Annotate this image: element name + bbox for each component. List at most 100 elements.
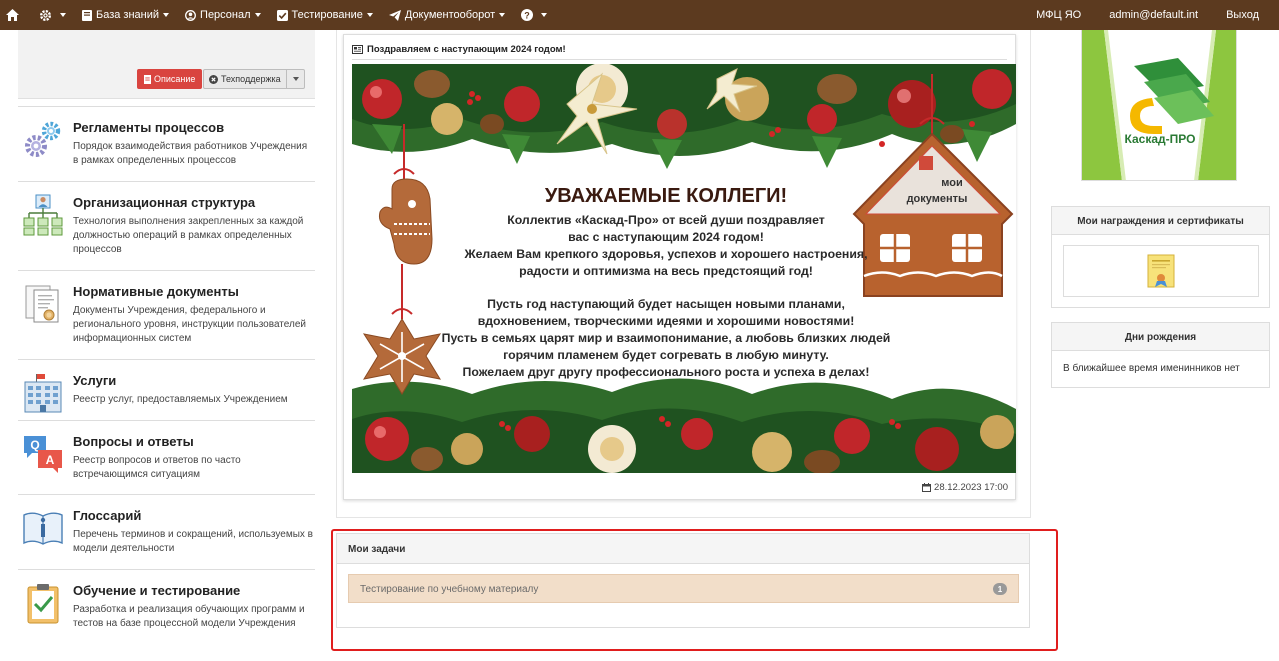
- awards-title: Мои награждения и сертификаты: [1052, 207, 1269, 235]
- section-title: Глоссарий: [73, 508, 142, 523]
- documents-icon: [25, 285, 59, 323]
- kaskad-pro-logo: Каскад-ПРО: [1082, 30, 1236, 180]
- file-icon: [144, 74, 151, 84]
- divider: [352, 59, 1007, 60]
- house-brand-line1: мои: [941, 177, 962, 189]
- birthdays-title: Дни рождения: [1052, 323, 1269, 351]
- home-icon: [6, 9, 19, 21]
- clipboard-check-icon: [27, 584, 59, 624]
- help-menu[interactable]: ?: [513, 0, 555, 30]
- section-title: Нормативные документы: [73, 284, 239, 299]
- section-description: Перечень терминов и сокращений, использу…: [73, 529, 313, 554]
- main-column: Поздравляем с наступающим 2024 годом! мо…: [336, 30, 1031, 518]
- my-tasks-panel: Мои задачи Тестирование по учебному мате…: [336, 533, 1030, 628]
- section-services[interactable]: Услуги Реестр услуг, предоставляемых Учр…: [18, 359, 315, 420]
- user-circle-icon: [185, 9, 196, 21]
- left-column: Описание Техподдержка Регламенты процесс…: [18, 30, 315, 629]
- banner-heading: УВАЖАЕМЫЕ КОЛЛЕГИ!: [545, 185, 787, 207]
- org-name-link[interactable]: МФЦ ЯО: [1022, 0, 1095, 30]
- description-button[interactable]: Описание: [137, 69, 203, 89]
- task-item[interactable]: Тестирование по учебному материалу 1: [348, 574, 1019, 603]
- section-org-structure[interactable]: Организационная структура Технология вып…: [18, 181, 315, 270]
- support-button[interactable]: Техподдержка: [203, 69, 305, 89]
- news-card: Поздравляем с наступающим 2024 годом! мо…: [343, 34, 1016, 500]
- task-count-badge: 1: [993, 583, 1007, 595]
- section-training[interactable]: Обучение и тестирование Разработка и реа…: [18, 569, 315, 661]
- menu-knowledge-base[interactable]: База знаний: [74, 0, 177, 30]
- chevron-down-icon: [60, 13, 66, 17]
- chevron-down-icon: [292, 77, 299, 81]
- logout-link[interactable]: Выход: [1212, 0, 1279, 30]
- banner-text-line: Пусть год наступающий будет насыщен новы…: [487, 297, 845, 311]
- news-title-row: Поздравляем с наступающим 2024 годом!: [352, 44, 566, 55]
- news-date-row: 28.12.2023 17:00: [922, 482, 1008, 493]
- menu-docflow[interactable]: Документооборот: [381, 0, 513, 30]
- certificate-icon: [1147, 254, 1175, 288]
- banner-text-line: Пусть в семьях царят мир и взаимопониман…: [442, 331, 891, 345]
- section-title: Регламенты процессов: [73, 120, 225, 135]
- section-title: Вопросы и ответы: [73, 434, 194, 449]
- section-title: Услуги: [73, 373, 117, 388]
- section-title: Обучение и тестирование: [73, 583, 241, 598]
- support-button-label: Техподдержка: [221, 74, 281, 84]
- banner-text-line: вдохновением, творческими идеями и хорош…: [478, 314, 855, 328]
- qa-bubbles-icon: Q A: [24, 436, 62, 473]
- chevron-down-icon: [254, 13, 261, 17]
- section-normative-docs[interactable]: Нормативные документы Документы Учрежден…: [18, 270, 315, 359]
- section-description: Реестр услуг, предоставляемых Учреждение…: [73, 394, 288, 405]
- birthdays-panel: Дни рождения В ближайшее время именинник…: [1051, 322, 1270, 388]
- menu-knowledge-base-label: База знаний: [96, 9, 160, 21]
- chevron-down-icon: [541, 13, 548, 17]
- banner-text-line: горячим пламенем будет согревать в любую…: [503, 348, 829, 362]
- section-title: Организационная структура: [73, 195, 256, 210]
- awards-panel: Мои награждения и сертификаты: [1051, 206, 1270, 308]
- section-description: Порядок взаимодействия работников Учрежд…: [73, 141, 308, 166]
- book-info-icon: [23, 512, 63, 545]
- certificate-item[interactable]: [1063, 245, 1259, 297]
- menu-testing[interactable]: Тестирование: [269, 0, 381, 30]
- user-link[interactable]: admin@default.int: [1095, 0, 1212, 30]
- section-process-regulations[interactable]: Регламенты процессов Порядок взаимодейст…: [18, 106, 315, 181]
- news-date: 28.12.2023 17:00: [934, 482, 1008, 493]
- section-qa[interactable]: Q A Вопросы и ответы Реестр вопросов и о…: [18, 420, 315, 494]
- gears-icon: [25, 121, 61, 157]
- support-dropdown-toggle[interactable]: [286, 70, 304, 88]
- section-description: Разработка и реализация обучающих програ…: [73, 604, 305, 629]
- home-button[interactable]: [0, 0, 31, 30]
- settings-menu[interactable]: [31, 0, 74, 30]
- gear-icon: [39, 9, 52, 21]
- newspaper-icon: [352, 45, 363, 54]
- section-glossary[interactable]: Глоссарий Перечень терминов и сокращений…: [18, 494, 315, 569]
- section-description: Технология выполнения закрепленных за ка…: [73, 216, 304, 255]
- task-label: Тестирование по учебному материалу: [360, 584, 539, 595]
- building-icon: [24, 374, 62, 413]
- checkbox-icon: [276, 9, 288, 21]
- paper-plane-icon: [388, 9, 401, 21]
- question-circle-icon: ?: [521, 9, 534, 21]
- news-banner-image: мои документы УВАЖАЕМЫЕ КОЛЛЕГИ! Коллект…: [352, 64, 1016, 473]
- chevron-down-icon: [499, 13, 506, 17]
- news-title: Поздравляем с наступающим 2024 годом!: [367, 44, 566, 55]
- menu-testing-label: Тестирование: [291, 9, 363, 21]
- my-tasks-title: Мои задачи: [337, 534, 1029, 564]
- chevron-down-icon: [366, 13, 373, 17]
- banner-text-line: Пожелаем друг другу профессионального ро…: [463, 365, 870, 379]
- header-box: Описание Техподдержка: [18, 30, 315, 99]
- section-description: Реестр вопросов и ответов по часто встре…: [73, 455, 241, 480]
- chevron-down-icon: [163, 13, 170, 17]
- company-logo: Каскад-ПРО: [1081, 30, 1237, 181]
- close-circle-icon: [209, 74, 218, 84]
- menu-personnel[interactable]: Персонал: [177, 0, 269, 30]
- banner-text-line: радости и оптимизма на весь предстоящий …: [519, 264, 813, 278]
- svg-text:?: ?: [524, 10, 530, 20]
- banner-text-line: вас с наступающим 2024 годом!: [568, 230, 764, 244]
- top-navbar: База знаний Персонал Тестирование Докуме…: [0, 0, 1279, 30]
- birthdays-text: В ближайшее время именинников нет: [1063, 363, 1240, 374]
- svg-text:Q: Q: [30, 438, 39, 452]
- calendar-icon: [922, 483, 932, 492]
- svg-text:A: A: [46, 453, 55, 467]
- banner-text-line: Желаем Вам крепкого здоровья, успехов и …: [463, 247, 867, 261]
- section-description: Документы Учреждения, федерального и рег…: [73, 305, 306, 344]
- org-chart-icon: [23, 194, 63, 236]
- support-label-wrap: Техподдержка: [204, 74, 286, 84]
